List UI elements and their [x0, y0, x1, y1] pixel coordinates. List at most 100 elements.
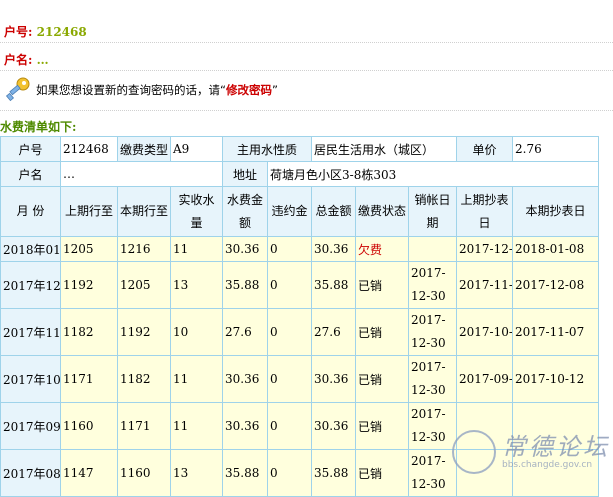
column-header: 违约金: [266, 186, 313, 237]
info-value: A9: [170, 136, 223, 162]
info-key: 主用水性质: [221, 136, 313, 162]
cell-cancel: [408, 236, 458, 262]
cell-curr-date: 2017-12-08: [512, 261, 600, 309]
cell-penalty: 0: [266, 236, 313, 262]
cell-curr: 1160: [117, 449, 171, 497]
cell-cancel: 2017-12-30: [408, 308, 458, 356]
cell-fee: 30.36: [222, 402, 268, 450]
info-key: 户号: [0, 136, 61, 162]
watermark-url: bbs.changde.gov.cn: [502, 460, 593, 470]
column-header: 上期行至: [60, 186, 118, 237]
account-number-label: 户号:: [4, 25, 33, 39]
divider: [0, 42, 613, 43]
cell-cancel: 2017-12-30: [408, 449, 458, 497]
cell-month: 2017年12月: [0, 261, 61, 309]
column-header: 总金额: [311, 186, 357, 237]
cell-status: 已销: [355, 261, 410, 309]
forum-seal-icon: [452, 430, 496, 474]
account-number-value: 212468: [36, 25, 87, 39]
column-header: 实收水量: [170, 186, 223, 237]
cell-prev-date: 2017-09-15: [456, 355, 514, 403]
cell-curr-date: 2017-11-07: [512, 308, 600, 356]
cell-status: 欠费: [355, 236, 410, 262]
password-notice: 如果您想设置新的查询密码的话，请“修改密码”: [5, 76, 278, 105]
table-row: 2018年01月120512161130.36030.36欠费2017-12-0…: [0, 236, 600, 262]
column-header: 上期抄表日: [456, 186, 514, 237]
cell-penalty: 0: [266, 261, 313, 309]
column-header: 月 份: [0, 186, 61, 237]
info-value: 212468: [60, 136, 118, 162]
notice-text: 如果您想设置新的查询密码的话，请“修改密码”: [36, 82, 278, 98]
info-value: …: [60, 161, 223, 187]
cell-month: 2017年08月: [0, 449, 61, 497]
cell-prev: 1171: [60, 355, 118, 403]
notice-prefix: 如果您想设置新的查询密码的话，请“: [36, 83, 226, 97]
cell-fee: 35.88: [222, 449, 268, 497]
column-header-row: 月 份 上期行至 本期行至 实收水量 水费金额 违约金 总金额 缴费状态 销帐日…: [0, 186, 600, 237]
cell-usage: 11: [170, 355, 223, 403]
cell-total: 30.36: [311, 236, 357, 262]
info-row-1: 户号 212468 缴费类型 A9 主用水性质 居民生活用水（城区） 单价 2.…: [0, 136, 600, 162]
cell-prev: 1160: [60, 402, 118, 450]
cell-curr: 1216: [117, 236, 171, 262]
cell-curr: 1192: [117, 308, 171, 356]
account-number-line: 户号: 212468: [0, 22, 87, 42]
cell-prev-date: 2017-11-07: [456, 261, 514, 309]
divider: [0, 110, 613, 111]
cell-usage: 10: [170, 308, 223, 356]
info-key: 缴费类型: [117, 136, 171, 162]
cell-total: 35.88: [311, 261, 357, 309]
cell-cancel: 2017-12-30: [408, 402, 458, 450]
cell-penalty: 0: [266, 308, 313, 356]
info-key: 单价: [456, 136, 514, 162]
cell-month: 2017年10月: [0, 355, 61, 403]
cell-status: 已销: [355, 355, 410, 403]
cell-usage: 13: [170, 449, 223, 497]
table-row: 2017年12月119212051335.88035.88已销2017-12-3…: [0, 261, 600, 309]
cell-usage: 11: [170, 236, 223, 262]
info-key: 户名: [0, 161, 61, 187]
cell-status: 已销: [355, 402, 410, 450]
column-header: 本期行至: [117, 186, 171, 237]
cell-fee: 30.36: [222, 236, 268, 262]
cell-cancel: 2017-12-30: [408, 355, 458, 403]
cell-fee: 35.88: [222, 261, 268, 309]
cell-curr: 1171: [117, 402, 171, 450]
cell-total: 35.88: [311, 449, 357, 497]
cell-fee: 30.36: [222, 355, 268, 403]
forum-watermark: 常德论坛 bbs.changde.gov.cn: [452, 430, 610, 474]
cell-prev-date: 2017-12-08: [456, 236, 514, 262]
info-row-2: 户名 … 地址 荷塘月色小区3-8栋303: [0, 161, 600, 187]
cell-month: 2017年11月: [0, 308, 61, 356]
cell-usage: 11: [170, 402, 223, 450]
column-header: 销帐日期: [408, 186, 458, 237]
cell-month: 2018年01月: [0, 236, 61, 262]
cell-penalty: 0: [266, 402, 313, 450]
cell-total: 30.36: [311, 402, 357, 450]
cell-curr: 1205: [117, 261, 171, 309]
cell-penalty: 0: [266, 449, 313, 497]
account-name-value: …: [36, 53, 49, 67]
cell-penalty: 0: [266, 355, 313, 403]
info-value: 2.76: [512, 136, 600, 162]
table-row: 2017年11月118211921027.6027.6已销2017-12-302…: [0, 308, 600, 356]
info-value: 居民生活用水（城区）: [311, 136, 458, 162]
column-header: 本期抄表日: [512, 186, 600, 237]
cell-prev: 1182: [60, 308, 118, 356]
cell-total: 27.6: [311, 308, 357, 356]
cell-fee: 27.6: [222, 308, 268, 356]
cell-cancel: 2017-12-30: [408, 261, 458, 309]
key-icon: [5, 76, 32, 105]
cell-prev: 1147: [60, 449, 118, 497]
cell-prev: 1192: [60, 261, 118, 309]
table-row: 2017年10月117111821130.36030.36已销2017-12-3…: [0, 355, 600, 403]
cell-curr-date: 2018-01-08: [512, 236, 600, 262]
watermark-text: 常德论坛 bbs.changde.gov.cn: [502, 434, 610, 470]
cell-month: 2017年09月: [0, 402, 61, 450]
cell-status: 已销: [355, 449, 410, 497]
divider: [0, 70, 613, 71]
cell-curr: 1182: [117, 355, 171, 403]
account-name-label: 户名:: [4, 53, 33, 67]
change-password-link[interactable]: 修改密码: [226, 83, 272, 97]
cell-prev-date: 2017-10-12: [456, 308, 514, 356]
